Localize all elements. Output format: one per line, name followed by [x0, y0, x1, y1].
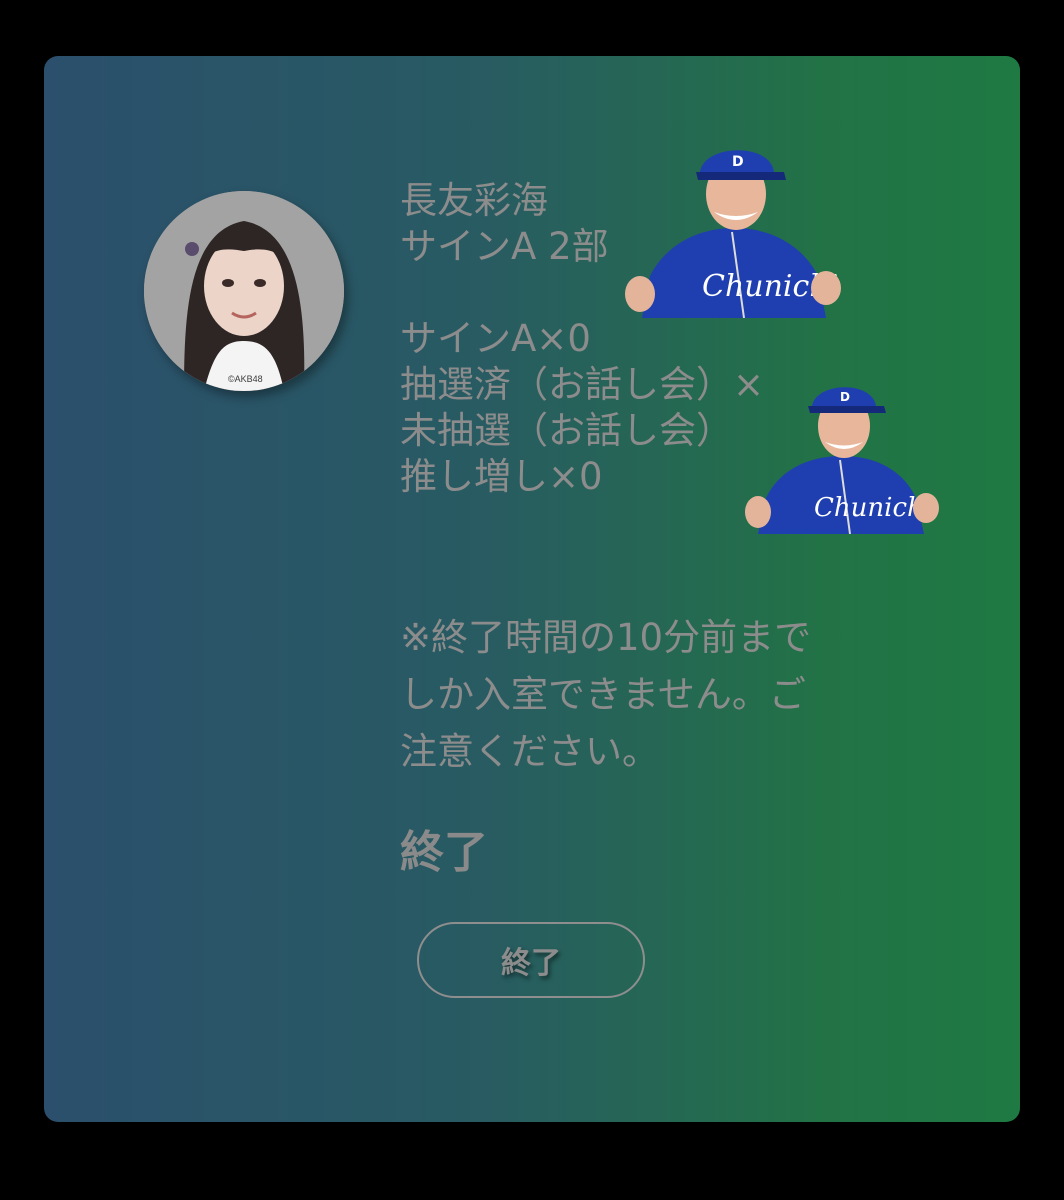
member-avatar: ©AKB48 — [144, 191, 344, 391]
notice-line: ※終了時間の10分前まで — [400, 616, 812, 659]
entry-notice: ※終了時間の10分前まで しか入室できません。ご 注意ください。 — [400, 609, 920, 780]
notice-line: しか入室できません。ご — [400, 673, 806, 716]
sticker-coach-image: Chunichi D — [745, 387, 939, 534]
ticket-sign-a: サインA×0 — [400, 317, 591, 360]
session-card: ©AKB48 長友彩海 サインA 2部 サインA×0 抽選済（お話し会）× 未抽… — [44, 56, 1020, 1122]
member-photo — [144, 191, 344, 391]
svg-text:D: D — [732, 154, 744, 170]
end-button[interactable]: 終了 — [417, 922, 645, 998]
notice-line: 注意ください。 — [400, 730, 659, 773]
sticker-coach-image: Chunichi D — [625, 150, 841, 318]
photo-credit: ©AKB48 — [228, 374, 263, 384]
svg-text:D: D — [840, 390, 850, 404]
session-status: 終了 — [400, 827, 488, 878]
